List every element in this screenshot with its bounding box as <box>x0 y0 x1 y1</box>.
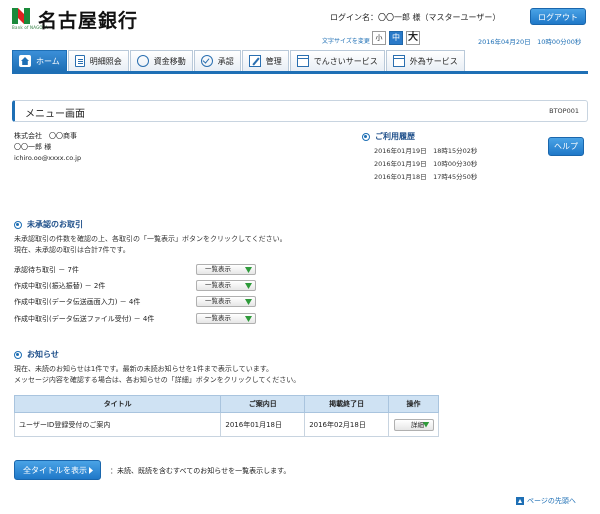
page-title-bar: メニュー画面 BTOP001 <box>12 100 588 122</box>
pending-description: 未承認取引の件数を確認の上、各取引の「一覧表示」ボタンをクリックしてください。 … <box>14 234 287 256</box>
home-icon <box>19 55 31 67</box>
pending-row-label: 作成中取引(データ伝送ファイル受付) － 4件 <box>14 315 155 323</box>
nav-home[interactable]: ホーム <box>12 50 67 71</box>
dropdown-arrow-icon <box>245 316 252 322</box>
list-view-button[interactable]: 一覧表示 <box>196 313 256 324</box>
notice-end-date: 2016年02月18日 <box>304 412 389 437</box>
detail-button[interactable]: 詳細 <box>393 418 434 431</box>
nav-approval-label: 承認 <box>217 56 234 66</box>
list-item: 承認待ち取引 － 7件 一覧表示 <box>14 264 264 276</box>
font-size-label: 文字サイズを変更 <box>322 38 370 45</box>
help-button[interactable]: ヘルプ <box>548 137 584 156</box>
nav-densai[interactable]: でんさいサービス <box>289 50 385 71</box>
arrow-up-icon <box>516 497 524 505</box>
detail-label: 詳細 <box>411 420 424 429</box>
page-top-label: ページの先頭へ <box>527 497 576 505</box>
bank-name: 名古屋銀行 <box>38 10 139 32</box>
list-item: 作成中取引(振込振替) － 2件 一覧表示 <box>14 280 264 292</box>
notice-table: タイトル ご案内日 掲載終了日 操作 ユーザーID登録受付のご案内 2016年0… <box>13 395 439 437</box>
column-header: ご案内日 <box>220 395 306 413</box>
history-entry: 2016年01月18日 17時45分50秒 <box>374 173 478 181</box>
font-size-large-button[interactable]: 大 <box>406 31 420 45</box>
history-list: 2016年01月19日 18時15分02秒 2016年01月19日 10時00分… <box>374 145 477 184</box>
document-icon <box>74 55 85 67</box>
notice-desc-line: メッセージ内容を確認する場合は、各お知らせの「詳細」ボタンをクリックしてください… <box>14 376 301 384</box>
font-size-medium-button[interactable]: 中 <box>389 31 403 45</box>
column-header: 操作 <box>388 395 439 413</box>
pending-heading: 未承認のお取引 <box>14 219 83 230</box>
user-info: 株式会社 〇〇商事 〇〇一郎 様 ichiro.oo@xxxx.co.jp <box>14 131 81 164</box>
nav-forex-label: 外為サービス <box>409 56 458 66</box>
notice-heading-label: お知らせ <box>27 350 59 359</box>
arrow-right-icon <box>89 467 93 474</box>
window-icon <box>392 55 405 67</box>
notice-heading: お知らせ <box>14 349 59 360</box>
pending-heading-label: 未承認のお取引 <box>27 220 83 229</box>
notice-description: 現在、未読のお知らせは1件です。最新の未読お知らせを1件まで表示しています。 メ… <box>14 364 300 386</box>
company-name: 株式会社 〇〇商事 <box>14 132 77 140</box>
bullet-icon <box>362 132 370 141</box>
screen-code: BTOP001 <box>549 107 579 115</box>
pending-desc-line: 未承認取引の件数を確認の上、各取引の「一覧表示」ボタンをクリックしてください。 <box>14 235 287 243</box>
nav-transfer-label: 資金移動 <box>153 56 186 66</box>
dropdown-arrow-icon <box>245 283 252 289</box>
pending-row-label: 作成中取引(振込振替) － 2件 <box>14 282 106 290</box>
show-all-label: 全タイトルを表示 <box>23 466 87 475</box>
list-view-button[interactable]: 一覧表示 <box>196 264 256 275</box>
login-name: ログイン名：〇〇一郎 様（マスターユーザー） <box>330 13 501 22</box>
nav-statement[interactable]: 明細照会 <box>67 50 129 71</box>
logout-button[interactable]: ログアウト <box>530 8 586 25</box>
history-heading: ご利用履歴 <box>362 131 415 142</box>
transfer-icon <box>136 55 149 67</box>
history-entry: 2016年01月19日 10時00分30秒 <box>374 160 478 168</box>
check-icon <box>200 55 213 67</box>
list-view-label: 一覧表示 <box>205 314 231 322</box>
notice-action-cell: 詳細 <box>388 412 439 437</box>
nav-approval[interactable]: 承認 <box>193 50 241 71</box>
pending-desc-line: 現在、未承認の取引は合計7件です。 <box>14 246 130 254</box>
edit-icon <box>248 55 261 67</box>
notice-title: ユーザーID登録受付のご案内 <box>13 412 222 437</box>
history-entry: 2016年01月19日 18時15分02秒 <box>374 147 478 155</box>
nav-statement-label: 明細照会 <box>89 56 122 66</box>
main-nav: ホーム 明細照会 資金移動 承認 管理 でんさいサービス 外為サービス <box>12 50 588 74</box>
bullet-icon <box>14 220 22 229</box>
nav-transfer[interactable]: 資金移動 <box>129 50 193 71</box>
dropdown-arrow-icon <box>245 299 252 305</box>
nav-management-label: 管理 <box>265 56 282 66</box>
header: Bank of NAGOYA 名古屋銀行 ログイン名：〇〇一郎 様（マスターユー… <box>0 0 600 50</box>
window-icon <box>296 55 309 67</box>
list-view-button[interactable]: 一覧表示 <box>196 296 256 307</box>
current-datetime: 2016年04月20日 10時00分00秒 <box>478 38 582 46</box>
nav-home-label: ホーム <box>36 56 60 66</box>
nav-densai-label: でんさいサービス <box>313 56 378 66</box>
pending-row-label: 承認待ち取引 － 7件 <box>14 266 79 274</box>
pending-row-label: 作成中取引(データ伝送画面入力) － 4件 <box>14 298 141 306</box>
user-name: 〇〇一郎 様 <box>14 143 52 151</box>
page-title: メニュー画面 <box>25 109 85 120</box>
show-all-titles-button[interactable]: 全タイトルを表示 <box>14 460 101 480</box>
list-view-button[interactable]: 一覧表示 <box>196 280 256 291</box>
list-item: 作成中取引(データ伝送画面入力) － 4件 一覧表示 <box>14 296 264 308</box>
list-view-label: 一覧表示 <box>205 281 231 289</box>
list-item: 作成中取引(データ伝送ファイル受付) － 4件 一覧表示 <box>14 313 264 325</box>
notice-date: 2016年01月18日 <box>220 412 306 437</box>
list-view-label: 一覧表示 <box>205 297 231 305</box>
font-size-small-button[interactable]: 小 <box>372 31 386 45</box>
user-email: ichiro.oo@xxxx.co.jp <box>14 154 82 162</box>
history-heading-label: ご利用履歴 <box>375 132 415 141</box>
notice-desc-line: 現在、未読のお知らせは1件です。最新の未読お知らせを1件まで表示しています。 <box>14 365 274 373</box>
bank-logo-icon <box>12 8 30 24</box>
column-header: タイトル <box>13 395 222 413</box>
nav-forex[interactable]: 外為サービス <box>385 50 465 71</box>
dropdown-arrow-icon <box>245 267 252 273</box>
table-row: ユーザーID登録受付のご案内 2016年01月18日 2016年02月18日 詳… <box>13 412 439 437</box>
table-header-row: タイトル ご案内日 掲載終了日 操作 <box>13 395 439 413</box>
bullet-icon <box>14 350 22 359</box>
nav-management[interactable]: 管理 <box>241 50 289 71</box>
column-header: 掲載終了日 <box>304 395 389 413</box>
list-view-label: 一覧表示 <box>205 265 231 273</box>
page-top-link[interactable]: ページの先頭へ <box>516 496 576 506</box>
show-all-note: ：未読、既読を含むすべてのお知らせを一覧表示します。 <box>110 467 291 475</box>
